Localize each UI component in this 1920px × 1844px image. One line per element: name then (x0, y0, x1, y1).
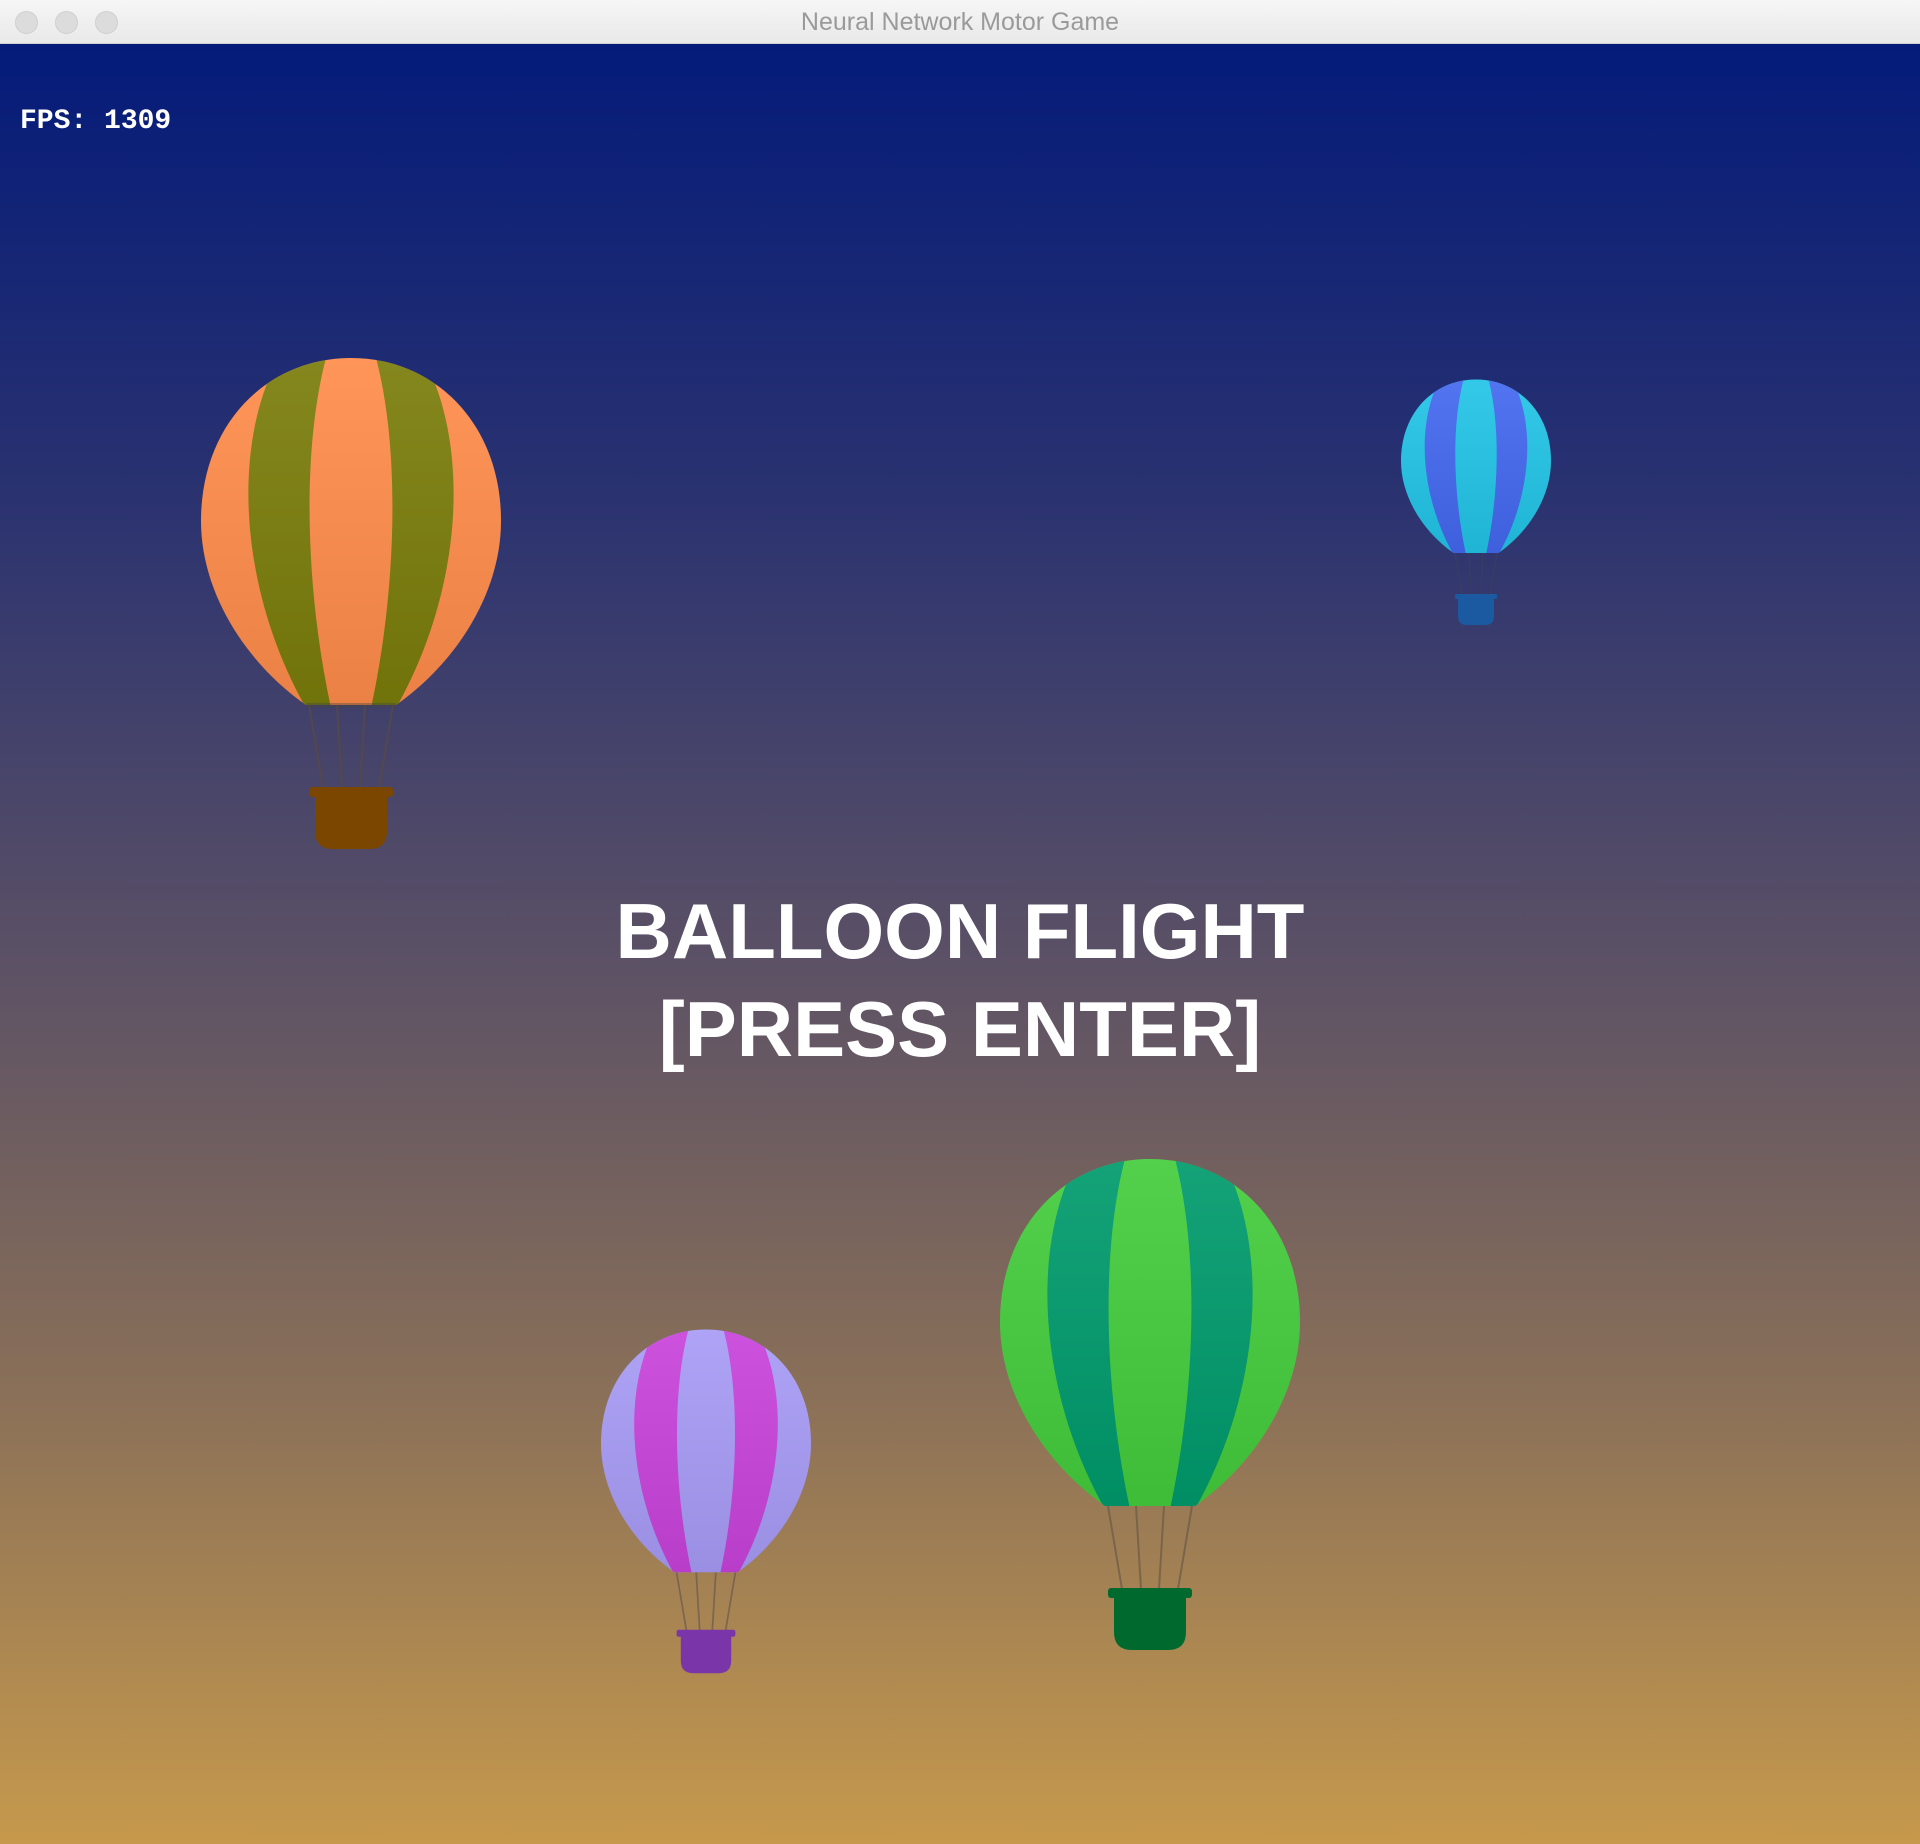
game-title: BALLOON FLIGHT (615, 887, 1305, 975)
window-title: Neural Network Motor Game (800, 8, 1120, 36)
title-screen-text: BALLOON FLIGHT [PRESS ENTER] (0, 882, 1920, 1078)
press-enter-prompt: [PRESS ENTER] (658, 985, 1262, 1073)
game-canvas[interactable]: FPS: 1309 BALLOON FLIGHT [PRESS ENTER] (0, 44, 1920, 1844)
title-bar[interactable]: Neural Network Motor Game (0, 0, 1920, 44)
game-window: Neural Network Motor Game FPS: 1309 BALL… (0, 0, 1920, 1844)
fps-counter: FPS: 1309 (20, 106, 172, 137)
